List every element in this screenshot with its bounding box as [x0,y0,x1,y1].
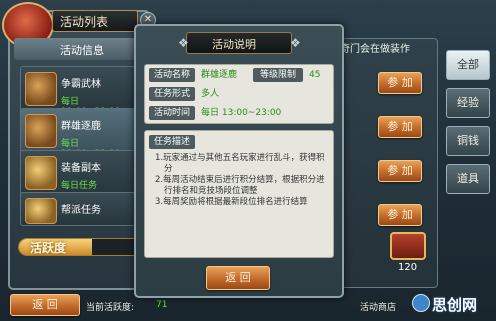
activity-name: 装备副本 [61,163,101,174]
activity-item-0[interactable]: 争霸武林 每日 11:00~23:00 [20,66,138,117]
watermark-logo [412,294,430,312]
book-icon [25,156,57,190]
tab-items[interactable]: 道具 [446,164,490,194]
level-label: 等级限制 [253,68,303,82]
form-label: 任务形式 [149,87,195,101]
activity-dialog: ❖ ❖ 活动说明 活动名称 群雄逐鹿 等级限制 45 任务形式 多人 活动时间 … [134,24,344,298]
activity-item-2[interactable]: 装备副本 每日任务 [20,150,138,196]
info-box: 活动名称 群雄逐鹿 等级限制 45 任务形式 多人 活动时间 每日 13:00~… [144,64,334,124]
desc-text: 1.玩家通过与其他五名玩家进行乱斗，获得积 分 2.每周活动结束后进行积分结算，… [155,153,325,208]
activeness-bar-label: 活跃度 [30,241,67,255]
desc-line: 3.每周奖励将根据最新段位排名进行结算 [155,197,308,207]
right-list-header: 奇门会在做装作 [340,44,410,55]
time-label: 活动时间 [149,106,195,120]
join-button-1[interactable]: 参 加 [378,116,422,138]
desc-label: 任务描述 [149,135,195,149]
activity-name: 帮派任务 [61,205,101,216]
bottom-label: 活动商店 [360,303,397,313]
tab-all[interactable]: 全部 [446,50,490,80]
panel-title: 活动列表 [60,15,109,29]
desc-line: 2.每周活动结束后进行积分结算，根据积分进 [155,175,325,185]
activity-time: 每日任务 [61,181,98,191]
watermark-text: 思创网 [432,296,478,314]
back-button[interactable]: 返 回 [10,294,80,316]
ornament-icon: ❖ [178,36,189,50]
time-value: 每日 13:00~23:00 [201,108,282,118]
activeness-value: 71 [156,300,168,310]
description-box: 任务描述 1.玩家通过与其他五名玩家进行乱斗，获得积 分 2.每周活动结束后进行… [144,130,334,258]
ornament-icon: ❖ [290,36,301,50]
game-screen: { "panel": { "title": "活动列表", "section_t… [0,0,496,321]
join-button-3[interactable]: 参 加 [378,204,422,226]
tab-copper[interactable]: 铜钱 [446,126,490,156]
desc-line: 1.玩家通过与其他五名玩家进行乱斗，获得积 [155,153,325,163]
join-button-0[interactable]: 参 加 [378,72,422,94]
activity-item-3[interactable]: 帮派任务 [20,192,138,226]
sword-shield-icon [25,114,57,148]
name-label: 活动名称 [149,68,195,82]
join-button-2[interactable]: 参 加 [378,160,422,182]
section-title: 活动信息 [60,44,104,57]
activity-item-1[interactable]: 群雄逐鹿 每日 13:00~23:00 [20,108,138,159]
activity-name: 争霸武林 [61,79,101,90]
dialog-back-button[interactable]: 返 回 [206,266,270,290]
desc-line: 行排名和竞技场段位调整 [164,186,258,196]
level-value: 45 [309,70,321,80]
form-value: 多人 [201,89,220,99]
activity-name: 群雄逐鹿 [61,121,101,132]
desc-line: 分 [164,164,173,174]
book-icon [25,198,57,224]
dialog-title: 活动说明 [212,38,256,51]
chest-count: 120 [398,262,418,273]
chest-icon[interactable] [390,232,426,260]
activeness-label: 当前活跃度: [86,303,135,313]
tab-experience[interactable]: 经验 [446,88,490,118]
sword-shield-icon [25,72,57,106]
name-value: 群雄逐鹿 [201,70,238,80]
